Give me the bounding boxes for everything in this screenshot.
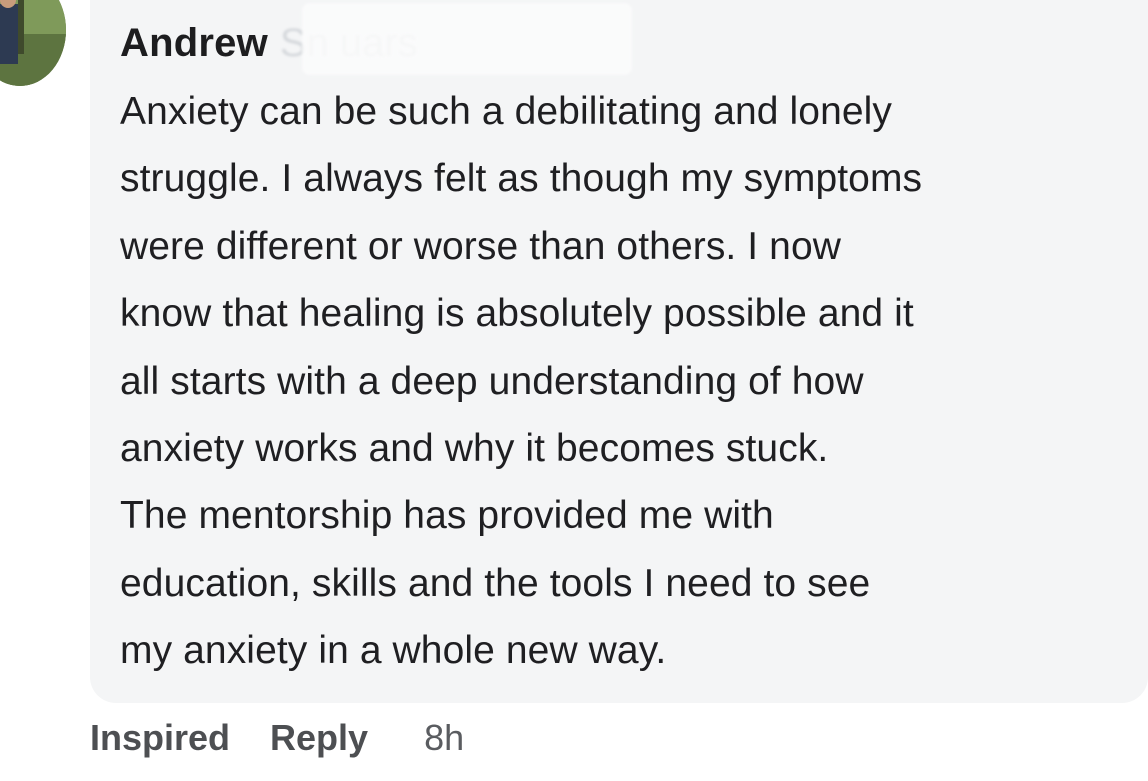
inspired-button[interactable]: Inspired <box>90 717 230 759</box>
reply-button[interactable]: Reply <box>270 717 368 759</box>
author-name-obscured: Sn uars <box>279 2 632 75</box>
comment-actions: Inspired Reply 8h <box>90 712 464 764</box>
avatar[interactable] <box>0 0 66 86</box>
comment-line: all starts with a deep understanding of … <box>120 359 864 403</box>
comment-line: education, skills and the tools I need t… <box>120 561 871 605</box>
comment-author[interactable]: Andrew Sn uars <box>120 2 632 75</box>
comment-line: Anxiety can be such a debilitating and l… <box>120 90 893 133</box>
comment-line: my anxiety in a whole new way. <box>120 629 667 673</box>
author-name[interactable]: Andrew <box>120 21 268 66</box>
comment-text: Anxiety can be such a debilitating and l… <box>120 78 1130 685</box>
comment-line: were different or worse than others. I n… <box>120 224 842 268</box>
comment-timestamp: 8h <box>424 717 465 758</box>
avatar-photo-icon <box>0 0 66 86</box>
comment-line: The mentorship has provided me with <box>120 494 774 538</box>
comment-line: struggle. I always felt as though my sym… <box>120 157 923 201</box>
comment-line: know that healing is absolutely possible… <box>120 292 914 336</box>
comment-line: anxiety works and why it becomes stuck. <box>120 427 829 471</box>
